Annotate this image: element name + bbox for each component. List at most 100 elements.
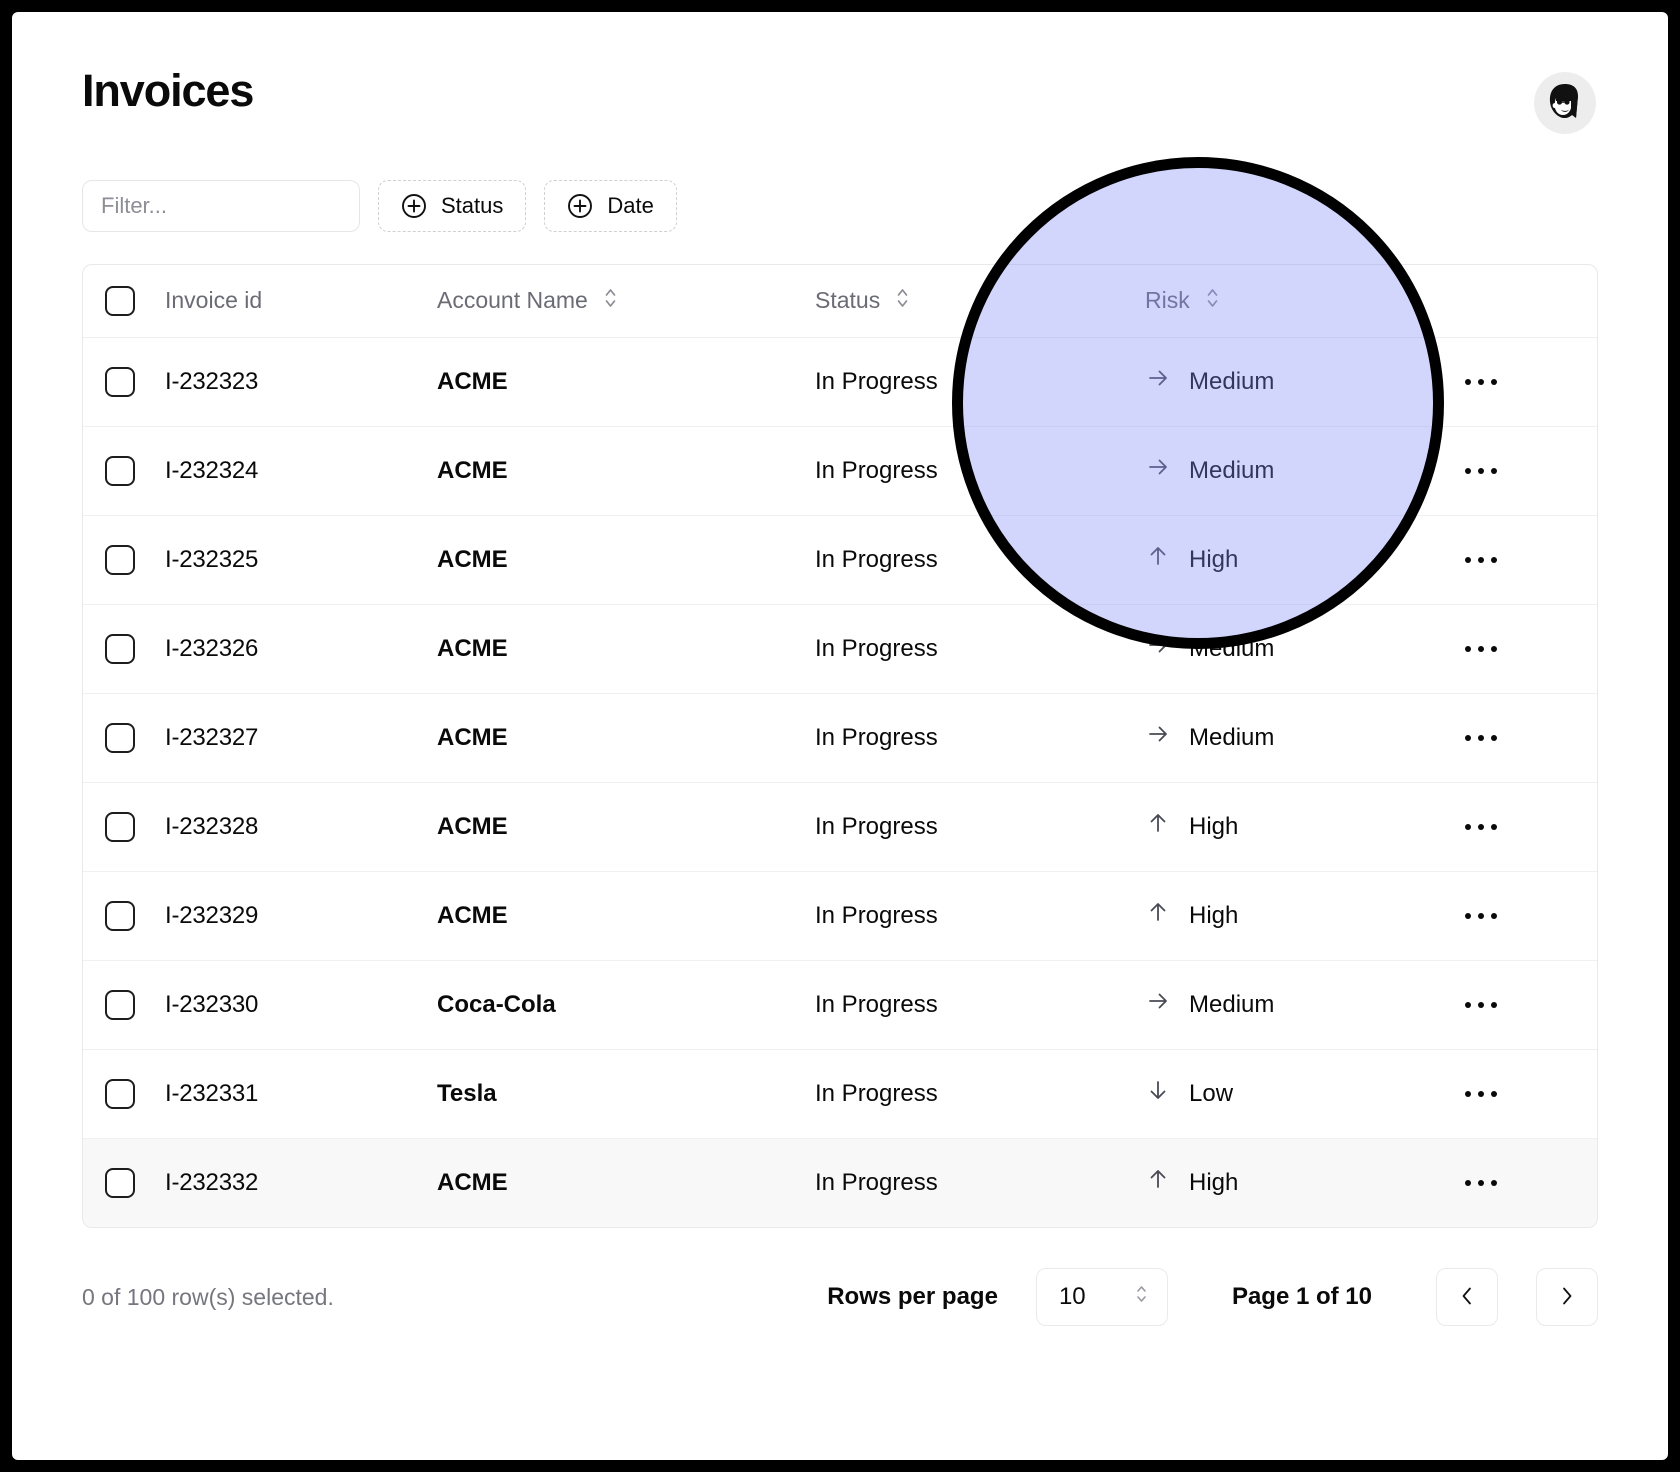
- invoices-table: Invoice id Account Name Status Risk I-23…: [83, 265, 1597, 1227]
- row-select-cell: [83, 1138, 165, 1227]
- account-name-text: Tesla: [437, 1079, 497, 1107]
- invoice-id-text: I-232331: [165, 1079, 259, 1107]
- sort-chevron-icon[interactable]: [602, 287, 619, 315]
- next-page-button[interactable]: [1536, 1268, 1598, 1326]
- table-row[interactable]: I-232326 ACME In Progress Medium: [83, 604, 1597, 694]
- row-menu-button[interactable]: [1453, 807, 1509, 847]
- table-row[interactable]: I-232327 ACME In Progress Medium: [83, 693, 1597, 783]
- table-row[interactable]: I-232324 ACME In Progress Medium: [83, 426, 1597, 516]
- account-name-text: ACME: [437, 901, 508, 929]
- screenshot-frame: Invoices Filter... Status Date Invoice i…: [0, 0, 1680, 1472]
- table-row[interactable]: I-232323 ACME In Progress Medium: [83, 337, 1597, 427]
- risk-text: Medium: [1189, 723, 1275, 751]
- arrow-up-icon: [1145, 810, 1171, 843]
- row-menu-button[interactable]: [1453, 985, 1509, 1025]
- cell-invoice-id: I-232328: [165, 782, 437, 872]
- row-checkbox[interactable]: [105, 366, 135, 397]
- arrow-right-icon: [1145, 721, 1171, 754]
- row-menu-button[interactable]: [1453, 1163, 1509, 1203]
- status-text: In Progress: [815, 812, 938, 840]
- invoice-id-text: I-232326: [165, 634, 259, 662]
- arrow-up-icon: [1145, 899, 1171, 932]
- row-checkbox[interactable]: [105, 1078, 135, 1109]
- cell-account-name: ACME: [437, 515, 815, 605]
- table-footer: 0 of 100 row(s) selected. Rows per page …: [12, 1228, 1668, 1326]
- arrow-right-icon: [1145, 988, 1171, 1021]
- row-menu-button[interactable]: [1453, 540, 1509, 580]
- table-row[interactable]: I-232332 ACME In Progress High: [83, 1138, 1597, 1227]
- cell-invoice-id: I-232330: [165, 960, 437, 1050]
- column-header-risk[interactable]: Risk: [1145, 265, 1435, 338]
- ellipsis-horizontal-icon: [1478, 645, 1484, 652]
- row-checkbox[interactable]: [105, 544, 135, 575]
- account-name-text: ACME: [437, 545, 508, 573]
- ellipsis-horizontal-icon: [1465, 378, 1471, 385]
- plus-circle-icon: [567, 193, 593, 219]
- ellipsis-horizontal-icon: [1465, 912, 1471, 919]
- status-text: In Progress: [815, 1168, 938, 1196]
- facet-button-status[interactable]: Status: [378, 180, 527, 232]
- risk-text: Medium: [1189, 367, 1275, 395]
- ellipsis-horizontal-icon: [1478, 912, 1484, 919]
- column-header-account-name[interactable]: Account Name: [437, 265, 815, 338]
- cell-account-name: Coca-Cola: [437, 960, 815, 1050]
- risk-text: Medium: [1189, 990, 1275, 1018]
- cell-invoice-id: I-232327: [165, 693, 437, 783]
- table-row[interactable]: I-232331 Tesla In Progress Low: [83, 1049, 1597, 1139]
- table-row[interactable]: I-232325 ACME In Progress High: [83, 515, 1597, 605]
- cell-risk: Low: [1145, 1049, 1435, 1139]
- row-menu-button[interactable]: [1453, 1074, 1509, 1114]
- avatar[interactable]: [1534, 72, 1596, 134]
- row-menu-button[interactable]: [1453, 896, 1509, 936]
- column-header-status[interactable]: Status: [815, 265, 1145, 338]
- row-checkbox[interactable]: [105, 811, 135, 842]
- ellipsis-horizontal-icon: [1478, 823, 1484, 830]
- facet-button-date[interactable]: Date: [544, 180, 677, 232]
- risk-text: High: [1189, 812, 1239, 840]
- row-checkbox[interactable]: [105, 633, 135, 664]
- row-menu-button[interactable]: [1453, 362, 1509, 402]
- arrow-right-icon: [1145, 365, 1171, 398]
- account-name-text: ACME: [437, 634, 508, 662]
- invoice-id-text: I-232330: [165, 990, 259, 1018]
- cell-actions: [1435, 693, 1597, 783]
- row-menu-button[interactable]: [1453, 451, 1509, 491]
- toolbar: Status Date: [12, 134, 1668, 232]
- cell-actions: [1435, 871, 1597, 961]
- cell-risk: Medium: [1145, 337, 1435, 427]
- cell-invoice-id: I-232331: [165, 1049, 437, 1139]
- arrow-right-icon: [1145, 632, 1171, 665]
- sort-chevron-icon[interactable]: [894, 287, 911, 315]
- row-checkbox[interactable]: [105, 1167, 135, 1198]
- sort-chevron-icon[interactable]: [1204, 287, 1221, 315]
- filter-input[interactable]: [82, 180, 360, 232]
- previous-page-button[interactable]: [1436, 1268, 1498, 1326]
- column-header-risk-label: Risk: [1145, 287, 1190, 314]
- column-header-account-name-label: Account Name: [437, 287, 588, 314]
- invoice-id-text: I-232329: [165, 901, 259, 929]
- account-name-text: ACME: [437, 367, 508, 395]
- facet-button-status-label: Status: [441, 193, 504, 218]
- row-checkbox[interactable]: [105, 900, 135, 931]
- row-checkbox[interactable]: [105, 722, 135, 753]
- risk-text: Medium: [1189, 634, 1275, 662]
- invoice-id-text: I-232325: [165, 545, 259, 573]
- table-row[interactable]: I-232330 Coca-Cola In Progress Medium: [83, 960, 1597, 1050]
- risk-text: Low: [1189, 1079, 1234, 1107]
- page-title: Invoices: [82, 65, 254, 116]
- select-all-checkbox[interactable]: [105, 285, 135, 316]
- row-menu-button[interactable]: [1453, 629, 1509, 669]
- ellipsis-horizontal-icon: [1478, 1179, 1484, 1186]
- table-row[interactable]: I-232328 ACME In Progress High: [83, 782, 1597, 872]
- row-menu-button[interactable]: [1453, 718, 1509, 758]
- row-checkbox[interactable]: [105, 455, 135, 486]
- column-header-invoice-id[interactable]: Invoice id: [165, 265, 437, 338]
- rows-per-page-label: Rows per page: [827, 1283, 998, 1310]
- row-checkbox[interactable]: [105, 989, 135, 1020]
- rows-per-page-select[interactable]: 10: [1035, 1268, 1168, 1326]
- ellipsis-horizontal-icon: [1465, 1090, 1471, 1097]
- cell-risk: High: [1145, 782, 1435, 872]
- table-row[interactable]: I-232329 ACME In Progress High: [83, 871, 1597, 961]
- invoices-table-container: Invoice id Account Name Status Risk I-23…: [82, 264, 1598, 1228]
- facet-button-date-label: Date: [607, 193, 654, 218]
